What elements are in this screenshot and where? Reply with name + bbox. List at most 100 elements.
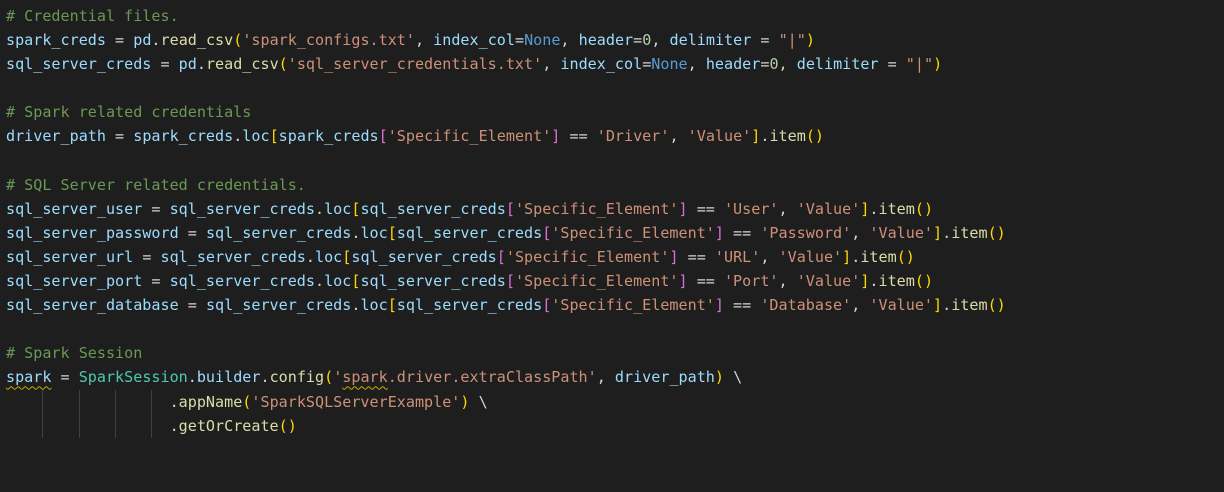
code-token-op: . (314, 272, 325, 291)
code-token-op: , (851, 223, 870, 242)
code-line[interactable]: driver_path = spark_creds.loc[spark_cred… (6, 124, 1224, 148)
code-token-var: sql_server_password (6, 223, 179, 242)
code-token-op: , (687, 55, 706, 74)
code-token-str: 'Specific_Element' (505, 247, 670, 266)
code-line[interactable]: sql_server_creds = pd.read_csv('sql_serv… (6, 52, 1224, 76)
code-token-comment: # SQL Server related credentials. (6, 175, 306, 194)
code-token-var: driver_path (6, 127, 106, 146)
code-token-b1: () (278, 416, 297, 435)
code-token-cls: SparkSession (78, 368, 188, 387)
code-token-op: = (151, 55, 179, 74)
blank-line[interactable] (6, 317, 1224, 341)
code-token-b2: ] (678, 199, 688, 218)
code-token-op: . (151, 31, 161, 50)
code-token-op: . (187, 368, 197, 387)
blank-line[interactable] (6, 149, 1224, 173)
indent-guide (151, 389, 153, 414)
code-token-b2: ] (669, 247, 679, 266)
code-token-op: . (851, 247, 861, 266)
code-token-var: sql_server_database (6, 296, 179, 315)
code-token-comment: # Spark Session (6, 344, 143, 363)
indent-guide (115, 413, 117, 438)
code-token-b2: ] (714, 296, 724, 315)
code-token-b1: ] (751, 127, 761, 146)
indent-guide (42, 389, 44, 414)
code-token-op: = (178, 223, 206, 242)
code-token-fn: item (951, 296, 988, 315)
code-token-op: , (596, 368, 615, 387)
code-token-var: sql_server_creds (169, 199, 315, 218)
code-token-var: sql_server_url (6, 247, 134, 266)
code-token-fn: appName (178, 392, 243, 411)
code-token-str: 'Value' (869, 296, 934, 315)
code-token-op: . (942, 223, 952, 242)
code-token-b1: [ (342, 247, 352, 266)
code-line[interactable]: sql_server_database = sql_server_creds. l… (6, 293, 1224, 317)
code-line[interactable]: sql_server_user = sql_server_creds.loc[s… (6, 197, 1224, 221)
code-token-str: "|" (778, 31, 806, 50)
code-token-b1: ( (324, 368, 334, 387)
code-token-op: . (169, 416, 179, 435)
code-token-op: == (723, 223, 761, 242)
code-line[interactable]: spark_creds = pd.read_csv('spark_configs… (6, 28, 1224, 52)
code-token-b1: () (914, 199, 934, 218)
code-line[interactable]: # Credential files. (6, 4, 1224, 28)
code-line[interactable]: sql_server_url = sql_server_creds.loc[sq… (6, 245, 1224, 269)
code-token-op: . (305, 247, 315, 266)
code-line[interactable]: .getOrCreate() (6, 413, 1224, 438)
code-token-str: .driver.extraClassPath' (387, 368, 597, 387)
code-line[interactable]: # Spark related credentials (6, 100, 1224, 124)
code-token-var: loc (324, 199, 352, 218)
code-token-var: delimiter (796, 55, 879, 74)
code-token-b1: ] (842, 247, 852, 266)
code-token-b2: ] (678, 272, 688, 291)
code-line[interactable]: # Spark Session (6, 341, 1224, 365)
code-token-var: loc (360, 223, 388, 242)
code-token-op: = (633, 31, 643, 50)
code-line[interactable]: # SQL Server related credentials. (6, 173, 1224, 197)
code-token-b1: ] (933, 296, 943, 315)
code-token-op: = (514, 31, 525, 50)
code-token-var: header (705, 55, 761, 74)
code-line[interactable]: spark = SparkSession.builder.config('spa… (6, 365, 1224, 389)
code-token-op: , (778, 55, 797, 74)
code-token-fn: item (878, 199, 915, 218)
code-token-op: = (105, 127, 134, 146)
code-token-op (6, 417, 170, 435)
code-token-str: 'Specific_Element' (514, 199, 679, 218)
code-token-var: sql_server_creds (396, 223, 543, 242)
code-token-var: spark (6, 368, 52, 387)
code-token-b2: [ (542, 296, 552, 315)
code-token-op: == (560, 127, 597, 146)
code-editor[interactable]: # Credential files. spark_creds = pd.read… (0, 0, 1224, 492)
code-token-var: pd (178, 55, 197, 74)
code-token-var: sql_server_creds (396, 296, 543, 315)
code-token-str: 'Value' (687, 127, 752, 146)
code-line[interactable]: sql_server_password = sql_server_creds. l… (6, 221, 1224, 245)
code-token-var: sql_server_creds (360, 199, 506, 218)
code-token-b2: [ (542, 223, 552, 242)
code-token-fn: item (951, 223, 988, 242)
code-token-b2: [ (378, 127, 388, 146)
blank-line[interactable] (6, 76, 1224, 100)
code-token-op: . (869, 199, 879, 218)
code-line[interactable]: sql_server_port = sql_server_creds.loc[s… (6, 269, 1224, 293)
code-token-var: loc (360, 296, 388, 315)
code-token-b1: ) (460, 392, 470, 411)
code-token-fn: item (878, 272, 915, 291)
code-token-b1: ] (933, 223, 943, 242)
code-token-op: , (414, 31, 434, 50)
code-token-var: sql_server_creds (160, 247, 306, 266)
code-token-var: sql_server_creds (169, 272, 315, 291)
code-line[interactable]: .appName('SparkSQLServerExample') \ (6, 389, 1224, 414)
code-token-var: header (578, 31, 634, 50)
code-token-str: 'Port' (723, 272, 779, 291)
code-token-op: == (678, 247, 715, 266)
code-token-op (6, 393, 170, 411)
code-token-op: = (142, 199, 170, 218)
code-token-b1: () (914, 272, 934, 291)
code-token-op: = (178, 296, 206, 315)
code-token-op: = (105, 31, 134, 50)
code-token-b1: [ (387, 223, 397, 242)
code-token-var: delimiter (669, 31, 752, 50)
